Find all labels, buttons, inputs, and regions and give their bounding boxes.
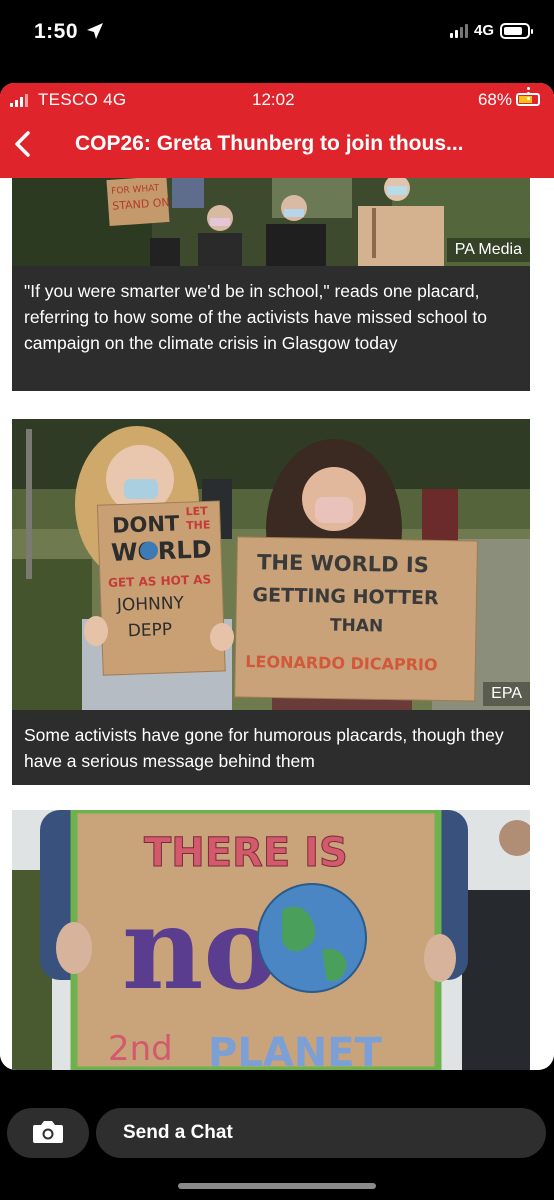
camera-icon <box>33 1121 63 1143</box>
inner-status-bar: TESCO 4G 12:02 68% <box>0 87 554 111</box>
photo-caption-1: "If you were smarter we'd be in school,"… <box>12 266 530 391</box>
article-headline: COP26: Greta Thunberg to join thous... <box>75 132 464 155</box>
placard-right-line-1: THE WORLD IS <box>257 550 429 577</box>
article-photo-3: THERE IS no 2nd PLANET <box>12 810 530 1070</box>
inner-clock: 12:02 <box>252 90 295 109</box>
chat-bar: Send a Chat <box>0 1070 554 1200</box>
back-chevron-icon[interactable] <box>8 129 38 159</box>
placard-there-is: THERE IS <box>144 830 348 876</box>
inner-carrier: TESCO 4G <box>38 90 127 109</box>
placard-2nd: 2nd <box>108 1029 173 1069</box>
phone-status-bar: 1:50 4G <box>0 0 554 66</box>
placard-left-line-7: DEPP <box>127 620 172 642</box>
photo-caption-2: Some activists have gone for humorous pl… <box>12 710 530 785</box>
protest-photo-3: THERE IS no 2nd PLANET <box>12 810 530 1070</box>
article-body: FOR WHAT STAND ON PA Media "If you were … <box>0 178 554 1070</box>
article-photo-1: FOR WHAT STAND ON PA Media <box>12 178 530 266</box>
photo-credit-1: PA Media <box>446 238 530 262</box>
send-chat-input[interactable]: Send a Chat <box>96 1108 546 1158</box>
home-indicator <box>178 1183 376 1189</box>
camera-button[interactable] <box>7 1108 89 1158</box>
article-photo-2: DONT LET THE WORLD GET AS HOT AS JOHNNY … <box>12 419 530 710</box>
photo-credit-2: EPA <box>483 682 530 706</box>
inner-battery-percent: 68% <box>477 90 512 109</box>
placard-left-line-6: JOHNNY <box>116 593 185 615</box>
inner-signal-icon <box>10 94 28 107</box>
shared-screenshot: TESCO 4G 12:02 68% COP26: Greta Thunberg… <box>0 83 554 1070</box>
placard-left-line-3: THE <box>186 518 211 532</box>
signal-icon <box>449 23 468 38</box>
placard-right-line-2: GETTING HOTTER <box>252 584 439 609</box>
placard-planet: PLANET <box>208 1030 383 1070</box>
placard-right-line-4: LEONARDO DICAPRIO <box>245 652 438 674</box>
phone-clock: 1:50 <box>34 20 79 43</box>
protest-photo-2: DONT LET THE WORLD GET AS HOT AS JOHNNY … <box>12 419 530 710</box>
location-arrow-icon <box>87 23 103 39</box>
network-type: 4G <box>473 22 494 39</box>
placard-left-line-2: LET <box>185 504 208 518</box>
placard-right-line-3: THAN <box>330 616 384 637</box>
placard-left-line-4: WORLD <box>111 535 212 566</box>
battery-icon <box>500 22 533 39</box>
placard-no: no <box>122 884 278 1015</box>
phone-status-right: 4G <box>449 22 533 39</box>
more-dots-icon <box>524 85 532 102</box>
placard-left-line-1: DONT <box>112 511 181 537</box>
article-header: TESCO 4G 12:02 68% COP26: Greta Thunberg… <box>0 83 554 178</box>
